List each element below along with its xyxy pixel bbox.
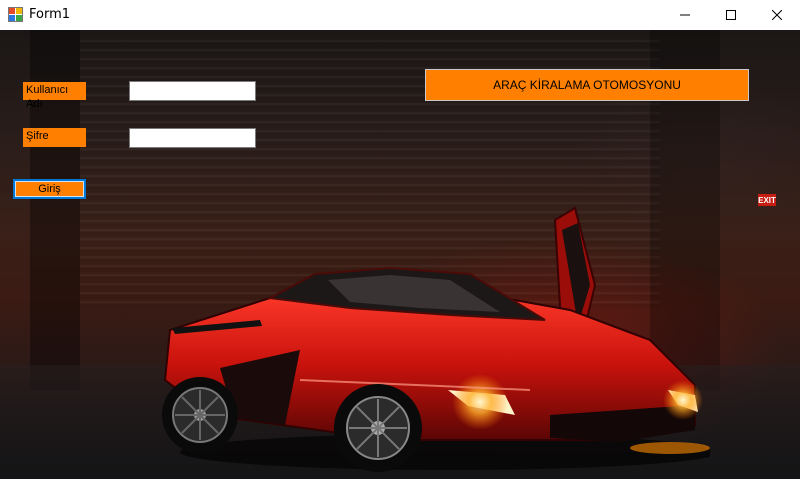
exit-sign: EXIT <box>758 194 776 206</box>
close-icon <box>772 10 782 20</box>
maximize-button[interactable] <box>708 0 754 30</box>
form-client-area: EXIT Kullanıcı Adı Şifre Giriş ARAÇ KİRA… <box>0 30 800 479</box>
maximize-icon <box>726 10 736 20</box>
minimize-button[interactable] <box>662 0 708 30</box>
window-title: Form1 <box>29 7 71 22</box>
minimize-icon <box>680 14 690 16</box>
login-button[interactable]: Giriş <box>13 179 86 199</box>
username-label: Kullanıcı Adı <box>23 82 86 110</box>
sports-car-image <box>162 206 710 472</box>
winforms-app-icon <box>8 7 23 22</box>
close-button[interactable] <box>754 0 800 30</box>
app-title-banner: ARAÇ KİRALAMA OTOMOSYONU <box>425 69 749 101</box>
password-label: Şifre <box>23 128 86 147</box>
password-input[interactable] <box>129 128 256 148</box>
username-input[interactable] <box>129 81 256 101</box>
title-bar[interactable]: Form1 <box>0 0 800 30</box>
